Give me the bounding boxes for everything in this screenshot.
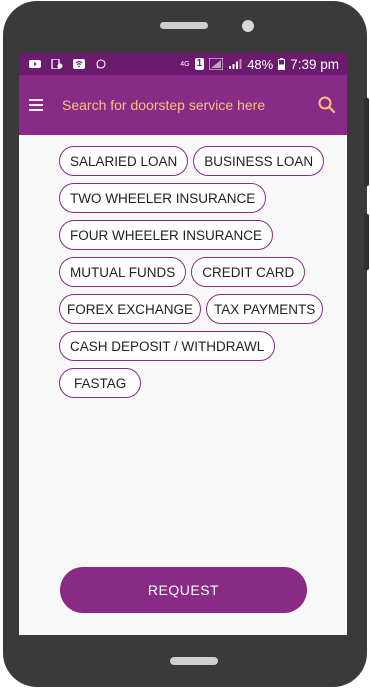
chip-forex-exchange[interactable]: FOREX EXCHANGE [59,294,202,324]
chip-fastag[interactable]: FASTAG [59,368,142,398]
app-bar [19,75,347,135]
battery-percent: 48% [247,56,274,72]
sim-indicator: 1 [194,58,205,70]
search-icon[interactable] [317,95,337,115]
chip-salaried-loan[interactable]: SALARIED LOAN [59,146,189,176]
chip-four-wheeler-insurance[interactable]: FOUR WHEELER INSURANCE [59,220,274,250]
chip-two-wheeler-insurance[interactable]: TWO WHEELER INSURANCE [59,183,267,213]
front-camera [242,20,254,32]
home-button[interactable] [170,657,218,665]
request-button[interactable]: REQUEST [60,567,307,613]
chip-tax-payments[interactable]: TAX PAYMENTS [206,294,324,324]
file-icon [51,59,63,69]
battery-icon [278,58,286,70]
clock: 7:39 pm [290,56,339,72]
youtube-icon [29,60,41,68]
network-type: 4G [180,60,190,68]
chip-cash-deposit-withdrawl[interactable]: CASH DEPOSIT / WITHDRAWL [59,331,276,361]
whatsapp-icon [96,59,106,69]
signal-icon [229,59,242,69]
chip-business-loan[interactable]: BUSINESS LOAN [193,146,325,176]
volume-button[interactable] [364,98,369,186]
power-button[interactable] [364,214,369,270]
menu-icon[interactable] [29,98,45,112]
app-screen: 4G 1 48% 7:39 pm Search for doorstep ser… [19,53,347,635]
chip-credit-card[interactable]: CREDIT CARD [191,257,306,287]
wifi-icon [73,59,85,69]
speaker-grille [160,22,208,29]
signal-icon [209,58,224,70]
search-input[interactable] [62,97,302,113]
status-bar: 4G 1 48% 7:39 pm [19,53,347,75]
chip-mutual-funds[interactable]: MUTUAL FUNDS [59,257,187,287]
service-chip-list: SALARIED LOAN BUSINESS LOAN TWO WHEELER … [59,146,329,398]
